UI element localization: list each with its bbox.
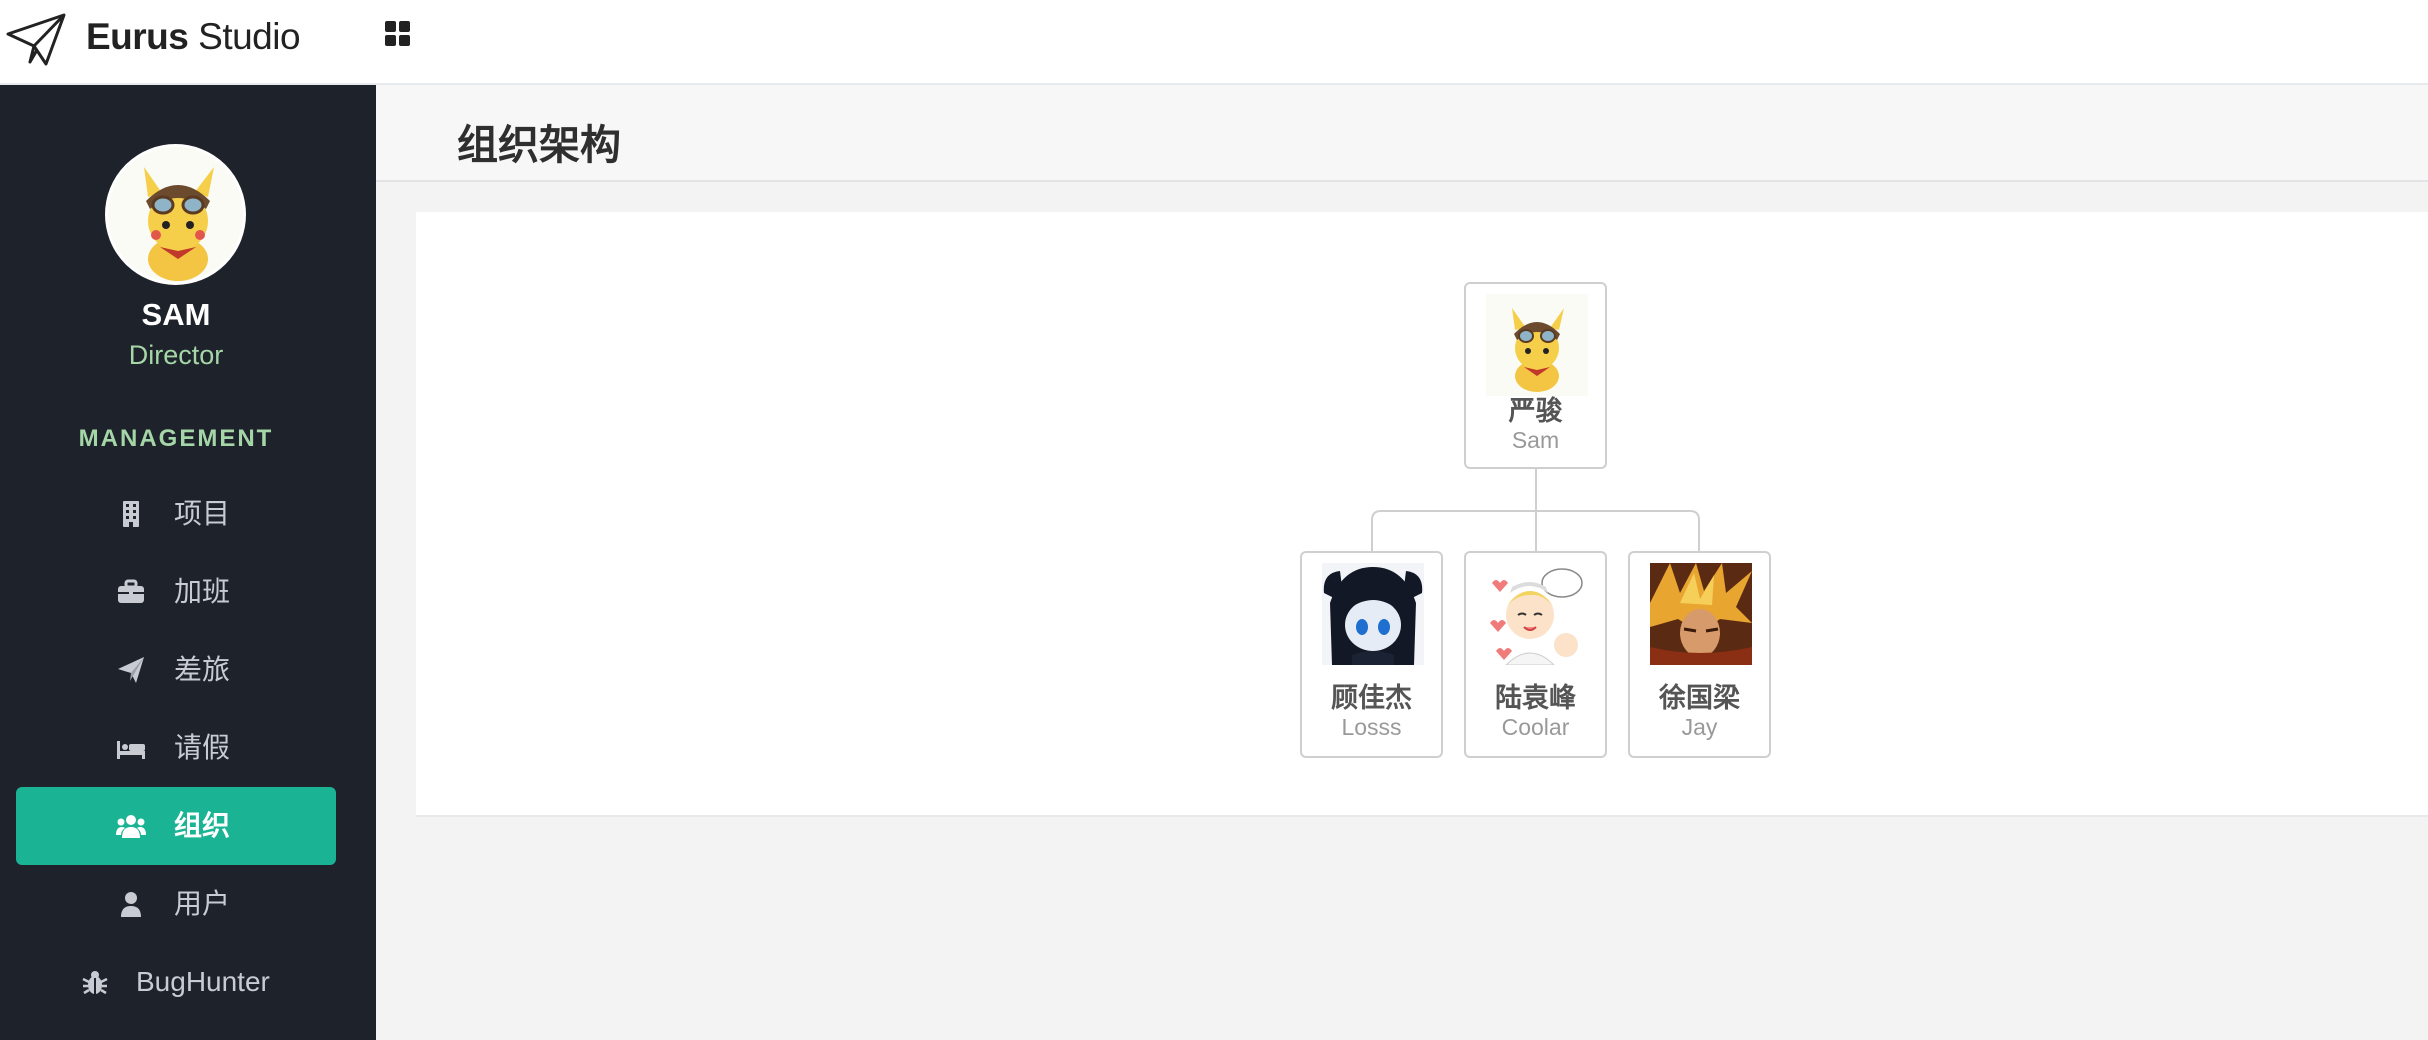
paper-plane-logo-icon bbox=[6, 13, 66, 66]
org-node-english-name: Sam bbox=[1511, 427, 1560, 453]
org-node-english-name: Coolar bbox=[1501, 714, 1570, 740]
sidebar-item-label: 请假 bbox=[174, 732, 231, 763]
users-icon bbox=[116, 815, 146, 838]
building-icon bbox=[123, 501, 139, 527]
sidebar-item-label: 组织 bbox=[174, 810, 231, 841]
sidebar-item-leave[interactable]: 请假 bbox=[16, 709, 336, 787]
page-title: 组织架构 bbox=[457, 122, 621, 168]
org-node-photo bbox=[1650, 563, 1752, 665]
org-node-photo bbox=[1486, 294, 1588, 396]
sidebar-item-label: BugHunter bbox=[136, 966, 270, 997]
pikachu-avatar-image bbox=[108, 147, 243, 282]
org-node-child[interactable]: 顾佳杰 Losss bbox=[1300, 551, 1443, 758]
sidebar-item-organization[interactable]: 组织 bbox=[16, 787, 336, 865]
org-node-name: 顾佳杰 bbox=[1331, 683, 1412, 713]
page-header: 组织架构 bbox=[376, 85, 2428, 182]
org-node-english-name: Jay bbox=[1681, 714, 1718, 740]
sidebar-nav: 项目 加班 差旅 请假 组织 用户 BugHunter bbox=[16, 475, 336, 1021]
briefcase-icon bbox=[118, 579, 144, 603]
brand-name[interactable]: Eurus Studio bbox=[86, 14, 301, 60]
org-node-photo bbox=[1322, 563, 1424, 665]
sidebar-item-projects[interactable]: 项目 bbox=[16, 475, 336, 553]
sidebar-item-label: 项目 bbox=[174, 498, 231, 529]
org-node-name: 严骏 bbox=[1508, 396, 1563, 426]
avatar[interactable] bbox=[105, 144, 246, 285]
org-node-root[interactable]: 严骏 Sam bbox=[1464, 282, 1607, 469]
brand-name-bold: Eurus bbox=[86, 16, 189, 57]
sidebar-item-users[interactable]: 用户 bbox=[16, 865, 336, 943]
sidebar-item-label: 用户 bbox=[174, 888, 231, 919]
apps-grid-icon[interactable] bbox=[384, 20, 412, 48]
user-icon bbox=[121, 892, 141, 917]
top-navbar: Eurus Studio bbox=[0, 0, 2428, 85]
bed-icon bbox=[117, 741, 145, 759]
org-node-child[interactable]: 陆袁峰 Coolar bbox=[1464, 551, 1607, 758]
brand-name-light: Studio bbox=[188, 16, 301, 57]
sidebar-item-label: 差旅 bbox=[174, 654, 231, 685]
sidebar-item-travel[interactable]: 差旅 bbox=[16, 631, 336, 709]
sidebar-section-label: MANAGEMENT bbox=[78, 425, 274, 452]
bug-icon bbox=[82, 971, 108, 995]
paper-plane-icon bbox=[118, 657, 144, 683]
org-node-child[interactable]: 徐国梁 Jay bbox=[1628, 551, 1771, 758]
sidebar-item-label: 加班 bbox=[174, 576, 231, 607]
profile-name: SAM bbox=[141, 297, 211, 332]
sidebar: SAM Director MANAGEMENT 项目 加班 差旅 请假 组织 用… bbox=[0, 85, 376, 1040]
org-node-name: 徐国梁 bbox=[1659, 683, 1740, 713]
org-node-photo bbox=[1486, 563, 1588, 665]
org-node-name: 陆袁峰 bbox=[1495, 683, 1576, 713]
org-node-english-name: Losss bbox=[1341, 714, 1402, 740]
profile-role: Director bbox=[128, 340, 224, 370]
sidebar-item-bughunter[interactable]: BugHunter bbox=[16, 943, 336, 1021]
sidebar-item-overtime[interactable]: 加班 bbox=[16, 553, 336, 631]
